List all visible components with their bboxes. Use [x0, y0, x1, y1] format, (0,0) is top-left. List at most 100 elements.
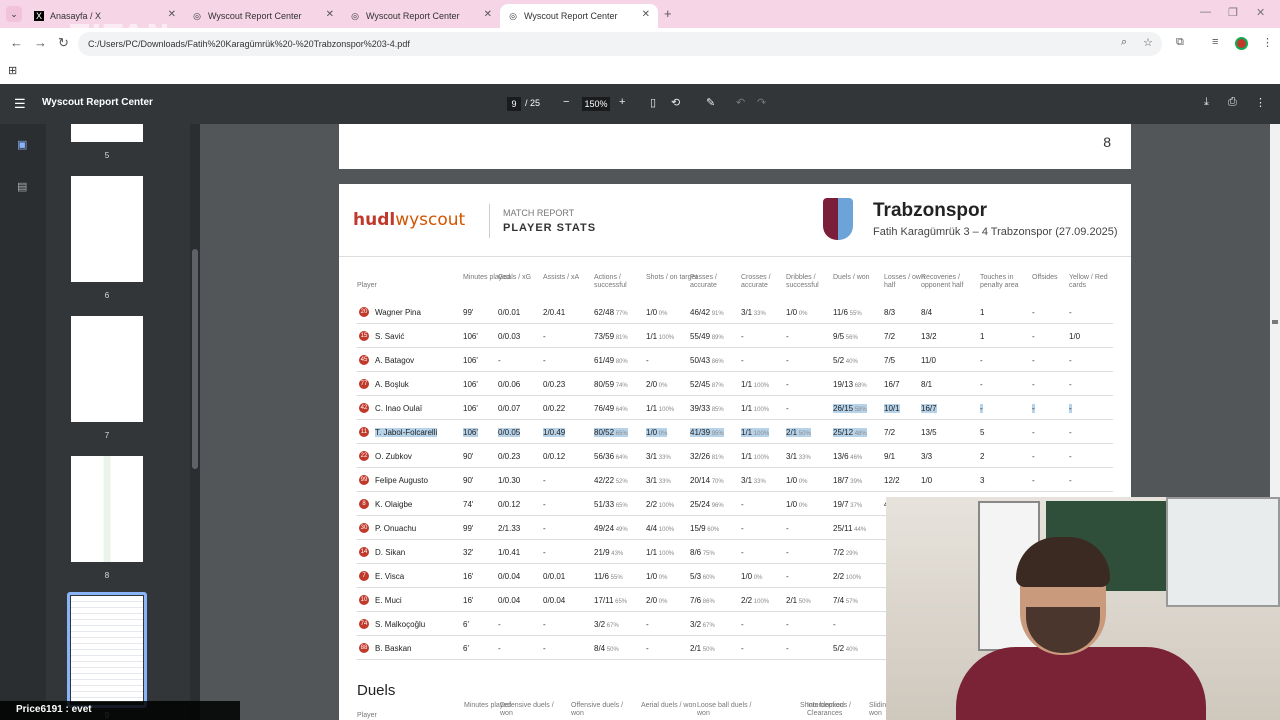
webcam-person-body	[956, 647, 1206, 720]
menu-kebab-icon[interactable]: ⋮	[1262, 36, 1273, 49]
shirt-number-badge: 77	[359, 379, 369, 389]
table-cell: 1/0 0%	[646, 428, 668, 437]
table-cell: 106'	[463, 428, 478, 437]
page-thumbnail-7[interactable]	[71, 316, 143, 422]
table-cell: C. Inao Oulaï	[375, 404, 423, 413]
table-cell: -	[646, 356, 649, 365]
maximize-button[interactable]: ❐	[1228, 6, 1238, 19]
table-cell: 11/0	[921, 356, 936, 365]
page-number: 8	[1103, 134, 1111, 150]
table-header: Duels / won	[833, 274, 870, 281]
forward-button[interactable]: →	[34, 35, 47, 50]
page-thumbnail-6[interactable]	[71, 176, 143, 282]
table-cell: 2/0 0%	[646, 596, 668, 605]
table-header: Actions / successful	[594, 274, 627, 289]
table-row: 22 O. Zubkov 90' 0/0.23 0/0.12 56/36 64% 3/1 3…	[357, 444, 1113, 468]
table-cell: -	[498, 644, 501, 653]
shirt-number-badge: 7	[359, 571, 369, 581]
pdf-toolbar: ☰ Wyscout Report Center 9 / 25 − 150% + …	[0, 84, 1280, 124]
tab-wyscout-3[interactable]: ◎ Wyscout Report Center ✕	[500, 4, 658, 28]
thumbnails-icon[interactable]: ▣	[17, 138, 27, 151]
table-cell: 76/49 64%	[594, 404, 628, 413]
duels-header: Player	[357, 712, 377, 719]
thumbnail-number: 5	[104, 151, 110, 160]
tab-wyscout-1[interactable]: ◎ Wyscout Report Center ✕	[184, 4, 342, 28]
back-button[interactable]: ←	[10, 35, 23, 50]
window-close-button[interactable]: ✕	[1256, 6, 1265, 19]
menu-icon[interactable]: ☰	[14, 96, 26, 112]
table-cell: 16'	[463, 572, 474, 581]
more-icon[interactable]: ⋮	[1255, 96, 1266, 109]
globe-icon: ◎	[193, 11, 201, 21]
table-cell: 20/14 70%	[690, 476, 724, 485]
table-cell: 1/0.30	[498, 476, 521, 485]
new-tab-button[interactable]: +	[664, 6, 672, 21]
close-icon[interactable]: ✕	[642, 9, 650, 20]
table-cell: 99'	[463, 308, 474, 317]
zoom-out-icon[interactable]: −	[563, 96, 569, 108]
table-cell: -	[543, 548, 546, 557]
webcam-person-beard	[1026, 607, 1100, 653]
thumbnail-number: 6	[104, 291, 110, 300]
reload-button[interactable]: ↻	[58, 35, 69, 51]
table-cell: 6'	[463, 620, 469, 629]
table-cell: 3/1 33%	[741, 308, 766, 317]
rotate-icon[interactable]: ⟲	[671, 96, 680, 109]
table-cell: 5/3 60%	[690, 572, 715, 581]
close-icon[interactable]: ✕	[326, 9, 334, 20]
shirt-number-badge: 22	[359, 451, 369, 461]
table-cell: 11/6 55%	[833, 308, 862, 317]
scrollbar-thumb[interactable]	[1272, 320, 1278, 324]
table-cell: -	[741, 644, 744, 653]
extensions-icon[interactable]: ⧉	[1176, 36, 1184, 49]
shirt-number-badge: 42	[359, 403, 369, 413]
table-cell: -	[1032, 452, 1035, 461]
scrollbar-thumb[interactable]	[192, 249, 198, 469]
table-cell: 1/1 100%	[646, 548, 675, 557]
table-cell: -	[646, 644, 649, 653]
redo-icon[interactable]: ↷	[757, 96, 766, 109]
page-thumbnail-5[interactable]	[71, 124, 143, 142]
table-cell: 7/6 86%	[690, 596, 715, 605]
tab-search-icon[interactable]: ⌄	[6, 6, 22, 22]
table-cell: -	[1032, 308, 1035, 317]
header-divider	[489, 204, 490, 238]
close-icon[interactable]: ✕	[484, 9, 492, 20]
zoom-icon[interactable]: ⌕	[1121, 36, 1127, 49]
bookmark-star-icon[interactable]: ☆	[1143, 36, 1153, 49]
page-thumbnail-8[interactable]	[71, 456, 143, 562]
table-cell: 32'	[463, 548, 474, 557]
apps-grid-icon[interactable]: ⊞	[8, 64, 17, 77]
table-row: 20 Wagner Pina 99' 0/0.01 2/0.41 62/48 77% 1/0…	[357, 300, 1113, 324]
match-info: Fatih Karagümrük 3 – 4 Trabzonspor (27.0…	[873, 226, 1118, 238]
table-cell: A. Boşluk	[375, 380, 409, 389]
table-cell: 1	[980, 332, 985, 341]
table-cell: 50/43 86%	[690, 356, 724, 365]
table-cell: 8/6 75%	[690, 548, 715, 557]
annotate-icon[interactable]: ✎	[706, 96, 715, 109]
table-cell: 5/2 40%	[833, 644, 858, 653]
table-cell: 61/49 80%	[594, 356, 628, 365]
outline-icon[interactable]: ▤	[17, 180, 27, 193]
profile-avatar[interactable]	[1235, 37, 1248, 50]
webcam-whiteboard	[1166, 497, 1280, 607]
reading-list-icon[interactable]: ≡	[1212, 36, 1218, 48]
table-cell: 3/1 33%	[646, 476, 671, 485]
download-icon[interactable]: ⤓	[1204, 96, 1209, 109]
table-cell: -	[980, 356, 983, 365]
undo-icon[interactable]: ↶	[736, 96, 745, 109]
table-cell: -	[741, 524, 744, 533]
print-icon[interactable]: ⎙	[1228, 96, 1237, 109]
zoom-input[interactable]: 150%	[582, 97, 610, 111]
table-cell: -	[741, 548, 744, 557]
table-header: Recoveries / opponent half	[921, 274, 964, 289]
sidebar-scrollbar[interactable]	[190, 124, 200, 720]
zoom-in-icon[interactable]: +	[619, 96, 625, 108]
tab-wyscout-2[interactable]: ◎ Wyscout Report Center ✕	[342, 4, 500, 28]
address-bar[interactable]: C:/Users/PC/Downloads/Fatih%20Karagümrük…	[78, 32, 1162, 56]
fit-page-icon[interactable]: ▯	[650, 96, 656, 109]
page-number-input[interactable]: 9	[507, 97, 521, 111]
table-cell: -	[786, 356, 789, 365]
table-cell: 10/1	[884, 404, 900, 413]
minimize-button[interactable]: —	[1200, 6, 1211, 18]
